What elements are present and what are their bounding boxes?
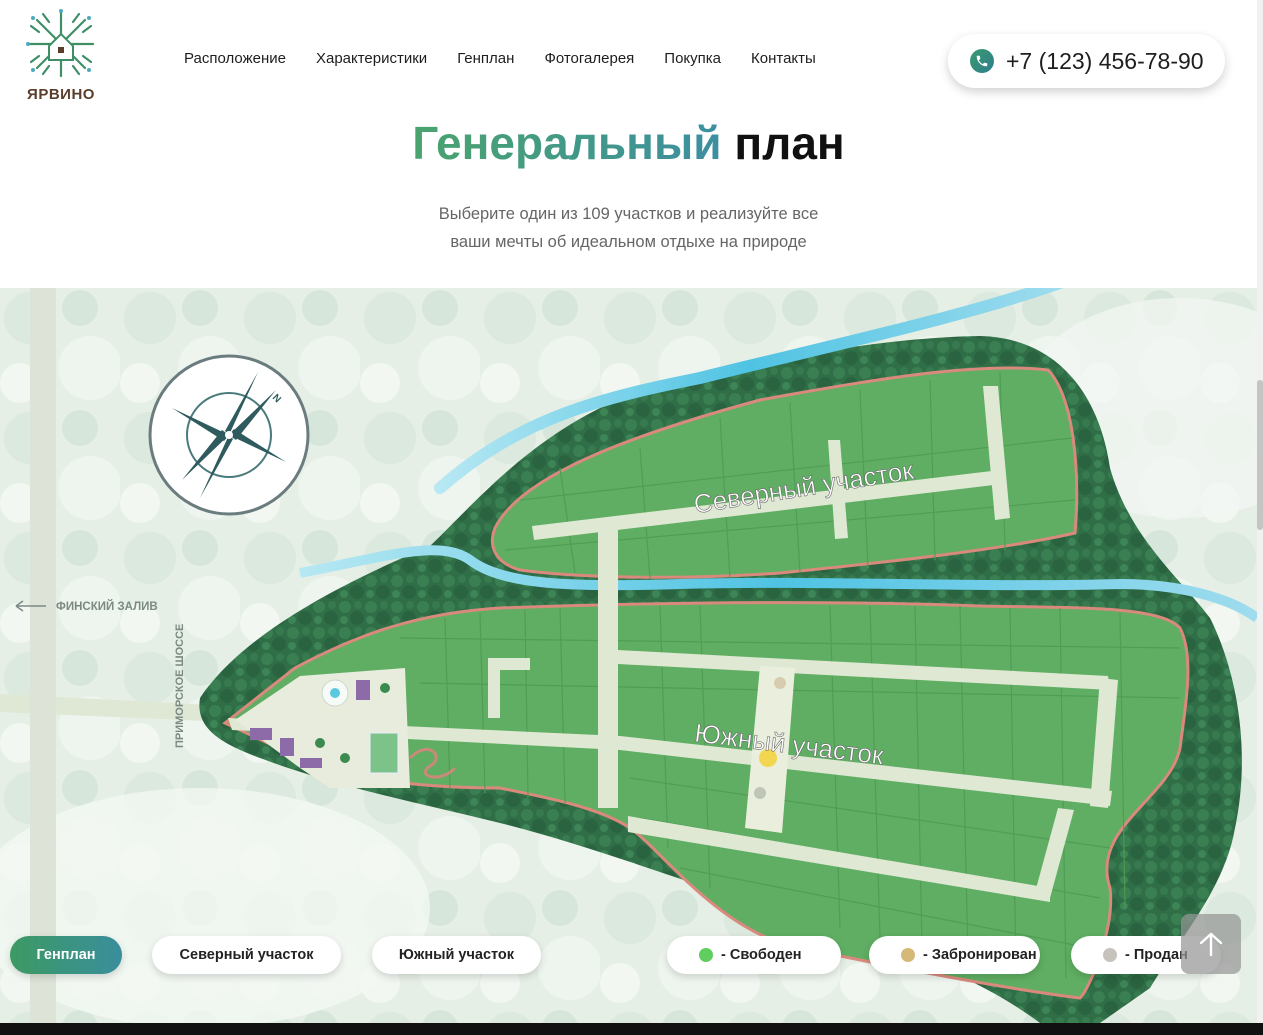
logo-tree-icon (26, 9, 95, 78)
subtitle-line-1: Выберите один из 109 участков и реализуй… (438, 205, 819, 223)
nav-item-master-plan[interactable]: Генплан (457, 50, 514, 67)
legend-reserved-label: - Забронирован (923, 947, 1037, 963)
page-title: Генеральный план (0, 116, 1257, 170)
title-rest: план (734, 117, 845, 169)
phone-button[interactable]: +7 (123) 456-78-90 (948, 34, 1225, 88)
nav-item-features[interactable]: Характеристики (316, 50, 427, 67)
phone-icon (970, 49, 994, 73)
highway-strip (30, 288, 56, 1023)
free-status-icon (699, 948, 713, 962)
tab-north-area[interactable]: Северный участок (152, 936, 341, 974)
arrow-up-icon (1199, 932, 1223, 957)
legend-free: - Свободен (667, 936, 841, 974)
reserved-status-icon (901, 948, 915, 962)
tab-south-area[interactable]: Южный участок (372, 936, 541, 974)
highway-label: ПРИМОРСКОЕ ШОССЕ (174, 624, 186, 748)
master-plan-map[interactable]: Северный участок Южный участок ФИНСКИЙ З… (0, 288, 1257, 1023)
title-accent: Генеральный (412, 117, 722, 169)
phone-number: +7 (123) 456-78-90 (1006, 47, 1204, 74)
scroll-top-button[interactable] (1181, 914, 1241, 974)
nav-item-location[interactable]: Расположение (184, 50, 286, 67)
subtitle: Выберите один из 109 участков и реализуй… (0, 200, 1257, 256)
gulf-label: ФИНСКИЙ ЗАЛИВ (56, 600, 158, 613)
nav-item-contacts[interactable]: Контакты (751, 50, 816, 67)
nav-item-gallery[interactable]: Фотогалерея (544, 50, 634, 67)
page-scrollbar[interactable] (1257, 0, 1263, 1023)
site-header: ЯРВИНО Расположение Характеристики Генпл… (0, 0, 1257, 110)
tab-master-plan[interactable]: Генплан (10, 936, 122, 974)
legend-free-label: - Свободен (721, 947, 802, 963)
main-nav: Расположение Характеристики Генплан Фото… (184, 50, 816, 67)
compass-icon: N (148, 354, 310, 516)
logo[interactable]: ЯРВИНО (22, 8, 100, 108)
sold-status-icon (1103, 948, 1117, 962)
bottom-edge (0, 1023, 1263, 1035)
legend-reserved: - Забронирован (869, 936, 1040, 974)
scrollbar-thumb[interactable] (1257, 380, 1263, 530)
logo-text: ЯРВИНО (27, 86, 95, 103)
legend-sold-label: - Продан (1125, 947, 1188, 963)
subtitle-line-2: ваши мечты об идеальном отдыхе на природ… (450, 233, 807, 251)
nav-item-purchase[interactable]: Покупка (664, 50, 721, 67)
